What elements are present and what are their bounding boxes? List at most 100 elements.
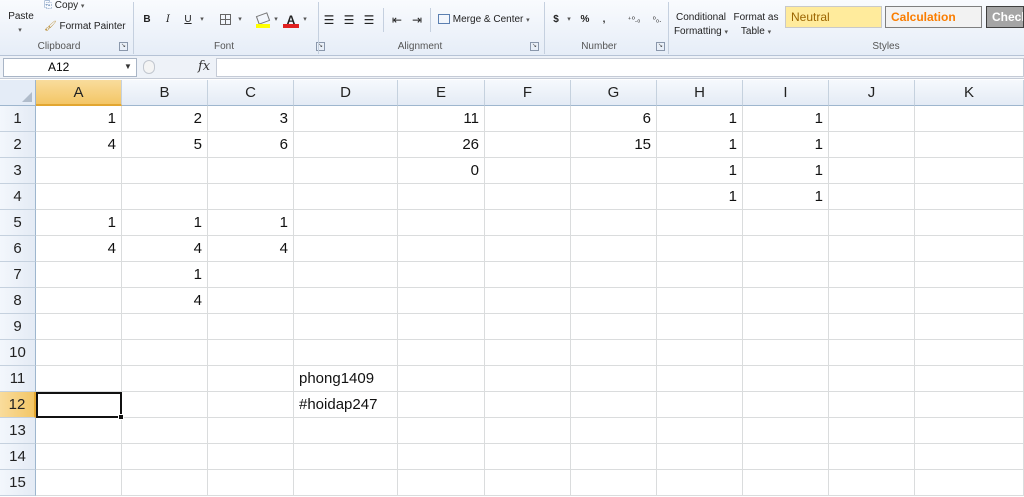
cell-a3[interactable] — [36, 158, 122, 184]
cell-f7[interactable] — [485, 262, 571, 288]
cell-f5[interactable] — [485, 210, 571, 236]
row-header-15[interactable]: 15 — [0, 470, 36, 496]
name-box-dropdown-icon[interactable]: ▼ — [124, 62, 132, 71]
cell-i15[interactable] — [743, 470, 829, 496]
paste-dropdown-icon[interactable]: ▾ — [14, 24, 26, 38]
cell-k6[interactable] — [915, 236, 1024, 262]
cell-i9[interactable] — [743, 314, 829, 340]
cell-h7[interactable] — [657, 262, 743, 288]
cell-d3[interactable] — [294, 158, 398, 184]
check-cell-style[interactable]: Check — [986, 6, 1024, 28]
cell-f9[interactable] — [485, 314, 571, 340]
row-header-13[interactable]: 13 — [0, 418, 36, 444]
cell-d6[interactable] — [294, 236, 398, 262]
cell-i2[interactable]: 1 — [743, 132, 829, 158]
percent-button[interactable]: % — [579, 12, 591, 28]
cell-d5[interactable] — [294, 210, 398, 236]
select-all-button[interactable] — [0, 80, 36, 106]
cell-h3[interactable]: 1 — [657, 158, 743, 184]
cell-c10[interactable] — [208, 340, 294, 366]
cell-g10[interactable] — [571, 340, 657, 366]
cell-k12[interactable] — [915, 392, 1024, 418]
format-painter-button[interactable]: 🖌 Format Painter — [44, 21, 126, 33]
formula-input[interactable] — [216, 58, 1024, 77]
font-color-dropdown-icon[interactable]: ▾ — [301, 12, 309, 28]
cell-i12[interactable] — [743, 392, 829, 418]
cell-d14[interactable] — [294, 444, 398, 470]
cell-b3[interactable] — [122, 158, 208, 184]
cell-h10[interactable] — [657, 340, 743, 366]
cell-e8[interactable] — [398, 288, 485, 314]
cell-d15[interactable] — [294, 470, 398, 496]
copy-button[interactable]: ⎘ Copy ▾ — [44, 0, 84, 13]
cell-e5[interactable] — [398, 210, 485, 236]
cell-a9[interactable] — [36, 314, 122, 340]
cell-a10[interactable] — [36, 340, 122, 366]
column-header-g[interactable]: G — [571, 80, 657, 106]
cell-j4[interactable] — [829, 184, 915, 210]
cell-i4[interactable]: 1 — [743, 184, 829, 210]
row-header-2[interactable]: 2 — [0, 132, 36, 158]
cell-g5[interactable] — [571, 210, 657, 236]
cell-g7[interactable] — [571, 262, 657, 288]
active-cell-a12[interactable] — [36, 392, 122, 418]
cell-e14[interactable] — [398, 444, 485, 470]
bold-button[interactable]: B — [140, 12, 154, 28]
cell-g8[interactable] — [571, 288, 657, 314]
cell-c4[interactable] — [208, 184, 294, 210]
cell-j3[interactable] — [829, 158, 915, 184]
cell-i5[interactable] — [743, 210, 829, 236]
cell-h1[interactable]: 1 — [657, 106, 743, 132]
increase-indent-icon[interactable]: ⇥ — [410, 12, 424, 28]
cell-j15[interactable] — [829, 470, 915, 496]
cell-e2[interactable]: 26 — [398, 132, 485, 158]
fill-handle[interactable] — [118, 414, 124, 420]
cell-d2[interactable] — [294, 132, 398, 158]
cell-e1[interactable]: 11 — [398, 106, 485, 132]
cell-b13[interactable] — [122, 418, 208, 444]
underline-dropdown-icon[interactable]: ▾ — [197, 12, 207, 28]
cell-k9[interactable] — [915, 314, 1024, 340]
cell-k1[interactable] — [915, 106, 1024, 132]
cell-j13[interactable] — [829, 418, 915, 444]
cell-e3[interactable]: 0 — [398, 158, 485, 184]
cell-g1[interactable]: 6 — [571, 106, 657, 132]
cell-h6[interactable] — [657, 236, 743, 262]
cell-c7[interactable] — [208, 262, 294, 288]
cell-j7[interactable] — [829, 262, 915, 288]
cell-j8[interactable] — [829, 288, 915, 314]
currency-dropdown-icon[interactable]: ▾ — [565, 12, 573, 28]
cell-g6[interactable] — [571, 236, 657, 262]
column-header-h[interactable]: H — [657, 80, 743, 106]
cell-b1[interactable]: 2 — [122, 106, 208, 132]
column-header-f[interactable]: F — [485, 80, 571, 106]
cell-b10[interactable] — [122, 340, 208, 366]
cell-a15[interactable] — [36, 470, 122, 496]
align-left-icon[interactable]: ☰ — [322, 12, 336, 28]
row-header-5[interactable]: 5 — [0, 210, 36, 236]
cell-f10[interactable] — [485, 340, 571, 366]
cell-b12[interactable] — [122, 392, 208, 418]
cell-j12[interactable] — [829, 392, 915, 418]
cell-a1[interactable]: 1 — [36, 106, 122, 132]
paste-button[interactable]: Paste — [2, 10, 40, 24]
cell-j14[interactable] — [829, 444, 915, 470]
cell-b4[interactable] — [122, 184, 208, 210]
cell-k13[interactable] — [915, 418, 1024, 444]
row-header-14[interactable]: 14 — [0, 444, 36, 470]
row-header-8[interactable]: 8 — [0, 288, 36, 314]
cell-c1[interactable]: 3 — [208, 106, 294, 132]
cell-g11[interactable] — [571, 366, 657, 392]
decrease-indent-icon[interactable]: ⇤ — [390, 12, 404, 28]
cell-h11[interactable] — [657, 366, 743, 392]
cell-c12[interactable] — [208, 392, 294, 418]
cell-b6[interactable]: 4 — [122, 236, 208, 262]
cell-d12[interactable]: #hoidap247 — [294, 392, 398, 418]
font-color-button[interactable]: A — [283, 12, 299, 28]
cell-e9[interactable] — [398, 314, 485, 340]
cell-a8[interactable] — [36, 288, 122, 314]
cell-d13[interactable] — [294, 418, 398, 444]
cell-f1[interactable] — [485, 106, 571, 132]
cell-g15[interactable] — [571, 470, 657, 496]
alignment-launcher-icon[interactable]: ↘ — [530, 42, 539, 51]
